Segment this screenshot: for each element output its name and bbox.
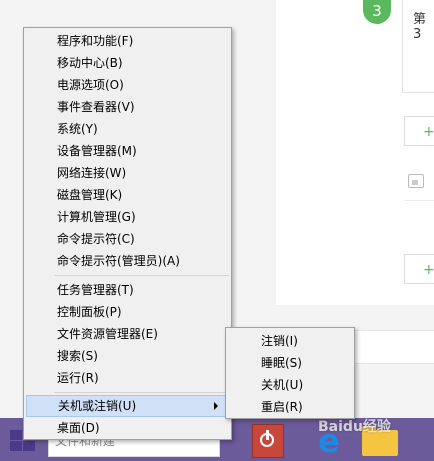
submenu-arrow-icon <box>214 402 218 410</box>
menu-item-command-prompt-admin[interactable]: 命令提示符(管理员)(A) <box>26 250 229 272</box>
menu-item-run[interactable]: 运行(R) <box>26 367 229 389</box>
submenu-item-shutdown[interactable]: 关机(U) <box>228 374 352 396</box>
menu-item-device-manager[interactable]: 设备管理器(M) <box>26 140 229 162</box>
add-step-button[interactable]: + <box>404 116 434 146</box>
submenu-item-sleep[interactable]: 睡眠(S) <box>228 352 352 374</box>
menu-item-shutdown-signout[interactable]: 关机或注销(U) <box>26 395 229 417</box>
menu-item-network-connections[interactable]: 网络连接(W) <box>26 162 229 184</box>
watermark: Baidu经验 <box>318 419 391 435</box>
menu-item-mobility-center[interactable]: 移动中心(B) <box>26 52 229 74</box>
menu-item-computer-management[interactable]: 计算机管理(G) <box>26 206 229 228</box>
menu-item-control-panel[interactable]: 控制面板(P) <box>26 301 229 323</box>
submenu-item-signout[interactable]: 注销(I) <box>228 330 352 352</box>
menu-item-system[interactable]: 系统(Y) <box>26 118 229 140</box>
menu-item-power-options[interactable]: 电源选项(O) <box>26 74 229 96</box>
menu-separator <box>54 392 229 393</box>
menu-item-command-prompt[interactable]: 命令提示符(C) <box>26 228 229 250</box>
winx-context-menu: 程序和功能(F) 移动中心(B) 电源选项(O) 事件查看器(V) 系统(Y) … <box>23 27 232 440</box>
submenu-item-restart[interactable]: 重启(R) <box>228 396 352 418</box>
add-step-button[interactable]: + <box>404 254 434 284</box>
shutdown-submenu: 注销(I) 睡眠(S) 关机(U) 重启(R) <box>225 327 355 419</box>
menu-item-search[interactable]: 搜索(S) <box>26 345 229 367</box>
menu-item-disk-management[interactable]: 磁盘管理(K) <box>26 184 229 206</box>
image-icon[interactable] <box>408 174 424 188</box>
menu-item-desktop[interactable]: 桌面(D) <box>26 417 229 439</box>
menu-item-task-manager[interactable]: 任务管理器(T) <box>26 279 229 301</box>
power-icon[interactable] <box>252 424 284 458</box>
menu-item-event-viewer[interactable]: 事件查看器(V) <box>26 96 229 118</box>
menu-separator <box>54 275 229 276</box>
menu-item-file-explorer[interactable]: 文件资源管理器(E) <box>26 323 229 345</box>
divider <box>404 200 434 201</box>
menu-item-label: 关机或注销(U) <box>58 399 137 413</box>
menu-item-programs-features[interactable]: 程序和功能(F) <box>26 30 229 52</box>
step-text: 第3 <box>413 12 427 42</box>
